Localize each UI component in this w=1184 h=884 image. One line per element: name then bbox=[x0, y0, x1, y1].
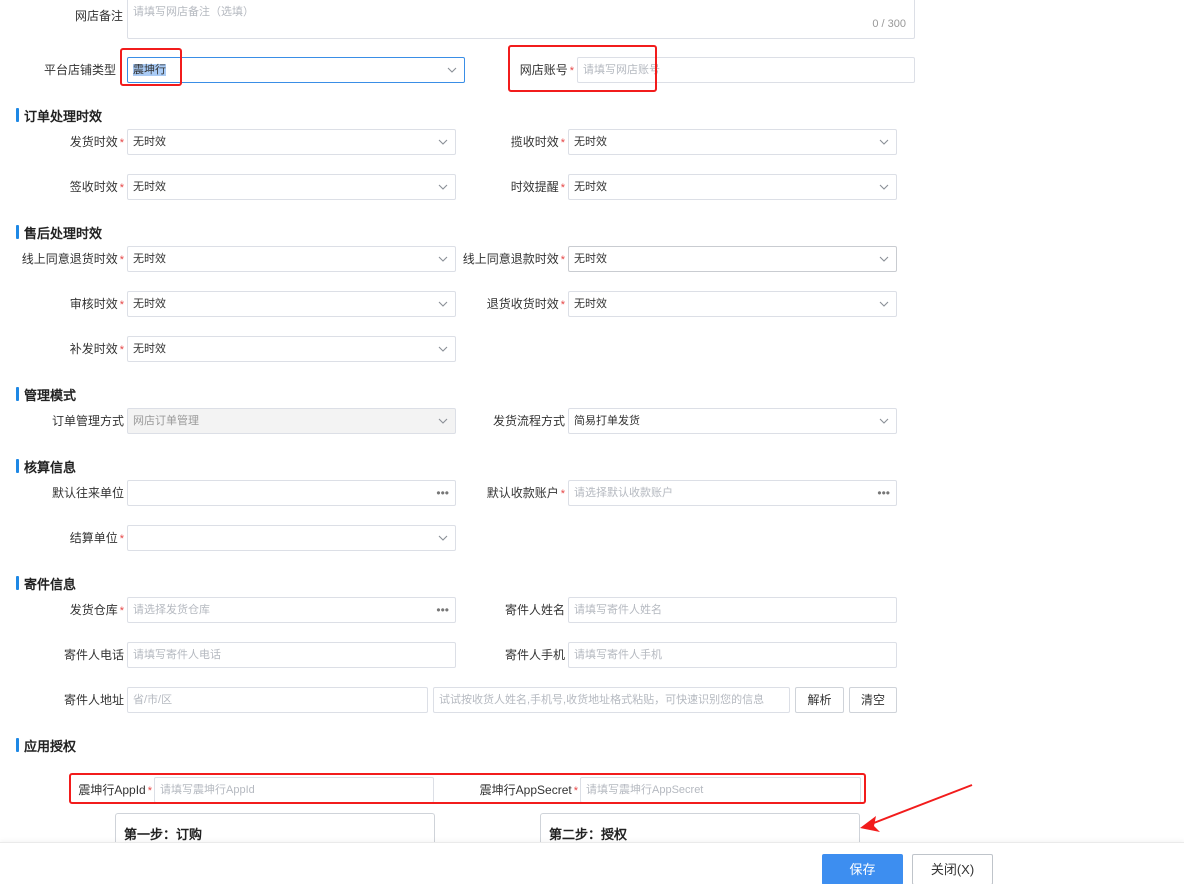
pickup-timing-select[interactable]: 无时效 bbox=[568, 129, 897, 155]
sender-mobile-label: 寄件人手机 bbox=[504, 648, 565, 662]
return-goods-timing-label: 线上同意退货时效 * bbox=[21, 252, 124, 266]
section-sender: 寄件信息 bbox=[16, 575, 76, 592]
save-button[interactable]: 保存 bbox=[822, 854, 903, 884]
appsecret-label: 震坤行AppSecret * bbox=[479, 783, 578, 797]
return-receive-timing-label: 退货收货时效 * bbox=[486, 297, 565, 311]
region-input[interactable]: 省/市/区 bbox=[127, 687, 428, 713]
appid-label: 震坤行AppId * bbox=[78, 783, 152, 797]
chevron-down-icon bbox=[878, 181, 890, 193]
chevron-down-icon bbox=[878, 415, 890, 427]
warehouse-label: 发货仓库 * bbox=[69, 603, 124, 617]
annotation-arrow-icon bbox=[860, 784, 973, 832]
sender-name-input[interactable]: 请填写寄件人姓名 bbox=[568, 597, 897, 623]
warehouse-picker[interactable]: 请选择发货仓库 ••• bbox=[127, 597, 456, 623]
sender-address-label: 寄件人地址 bbox=[63, 693, 124, 707]
chevron-down-icon bbox=[437, 253, 449, 265]
ship-timing-label: 发货时效 * bbox=[69, 135, 124, 149]
settle-unit-label: 结算单位 * bbox=[69, 531, 124, 545]
address-paste-input[interactable]: 试试按收货人姓名,手机号,收货地址格式粘贴，可快速识别您的信息 bbox=[433, 687, 790, 713]
sign-timing-select[interactable]: 无时效 bbox=[127, 174, 456, 200]
more-dots-icon[interactable]: ••• bbox=[436, 600, 449, 620]
sign-timing-label: 签收时效 * bbox=[69, 180, 124, 194]
account-label: 网店账号 * bbox=[519, 63, 574, 77]
audit-timing-select[interactable]: 无时效 bbox=[127, 291, 456, 317]
remark-placeholder: 请填写网店备注（选填） bbox=[133, 6, 254, 18]
default-partner-picker[interactable]: ••• bbox=[127, 480, 456, 506]
sender-mobile-input[interactable]: 请填写寄件人手机 bbox=[568, 642, 897, 668]
reissue-timing-select[interactable]: 无时效 bbox=[127, 336, 456, 362]
pickup-timing-label: 揽收时效 * bbox=[510, 135, 565, 149]
section-order-timing: 订单处理时效 bbox=[16, 107, 102, 124]
shop-type-select[interactable]: 震坤行 bbox=[127, 57, 465, 83]
shop-type-value: 震坤行 bbox=[133, 64, 166, 76]
order-manage-select: 网店订单管理 bbox=[127, 408, 456, 434]
sender-phone-input[interactable]: 请填写寄件人电话 bbox=[127, 642, 456, 668]
step2-title: 第二步：授权 bbox=[549, 827, 628, 842]
sender-name-label: 寄件人姓名 bbox=[504, 603, 565, 617]
audit-timing-label: 审核时效 * bbox=[69, 297, 124, 311]
return-goods-timing-select[interactable]: 无时效 bbox=[127, 246, 456, 272]
chevron-down-icon bbox=[437, 532, 449, 544]
ship-timing-select[interactable]: 无时效 bbox=[127, 129, 456, 155]
chevron-down-icon bbox=[878, 136, 890, 148]
default-account-label: 默认收款账户 * bbox=[486, 486, 565, 500]
shop-type-label: 平台店铺类型 bbox=[43, 63, 116, 77]
section-manage-mode: 管理模式 bbox=[16, 386, 76, 403]
step1-title: 第一步：订购 bbox=[124, 827, 203, 842]
chevron-down-icon bbox=[437, 181, 449, 193]
clear-button[interactable]: 清空 bbox=[849, 687, 897, 713]
footer-bar: 保存 关闭(X) bbox=[0, 842, 1184, 884]
chevron-down-icon bbox=[437, 343, 449, 355]
order-manage-label: 订单管理方式 bbox=[51, 414, 124, 428]
more-dots-icon[interactable]: ••• bbox=[436, 483, 449, 503]
settle-unit-select[interactable] bbox=[127, 525, 456, 551]
default-account-picker[interactable]: 请选择默认收款账户 ••• bbox=[568, 480, 897, 506]
account-input[interactable]: 请填写网店账号 bbox=[577, 57, 915, 83]
chevron-down-icon bbox=[437, 298, 449, 310]
ship-flow-select[interactable]: 简易打单发货 bbox=[568, 408, 897, 434]
chevron-down-icon bbox=[446, 64, 458, 76]
remark-counter: 0 / 300 bbox=[872, 18, 906, 30]
chevron-down-icon bbox=[878, 298, 890, 310]
reissue-timing-label: 补发时效 * bbox=[69, 342, 124, 356]
default-partner-label: 默认往来单位 bbox=[51, 486, 124, 500]
section-accounting: 核算信息 bbox=[16, 458, 76, 475]
section-aftersale-timing: 售后处理时效 bbox=[16, 224, 102, 241]
refund-timing-select[interactable]: 无时效 bbox=[568, 246, 897, 272]
more-dots-icon[interactable]: ••• bbox=[877, 483, 890, 503]
remark-textarea[interactable]: 请填写网店备注（选填） 0 / 300 bbox=[127, 0, 915, 39]
section-app-auth: 应用授权 bbox=[16, 737, 76, 754]
refund-timing-label: 线上同意退款时效 * bbox=[462, 252, 565, 266]
remark-label: 网店备注 bbox=[74, 9, 123, 23]
timing-remind-select[interactable]: 无时效 bbox=[568, 174, 897, 200]
chevron-down-icon bbox=[437, 136, 449, 148]
return-receive-timing-select[interactable]: 无时效 bbox=[568, 291, 897, 317]
chevron-down-icon bbox=[878, 253, 890, 265]
timing-remind-label: 时效提醒 * bbox=[510, 180, 565, 194]
parse-button[interactable]: 解析 bbox=[795, 687, 844, 713]
chevron-down-icon bbox=[437, 415, 449, 427]
ship-flow-label: 发货流程方式 bbox=[492, 414, 565, 428]
close-button[interactable]: 关闭(X) bbox=[912, 854, 993, 884]
sender-phone-label: 寄件人电话 bbox=[63, 648, 124, 662]
appid-input[interactable]: 请填写震坤行AppId bbox=[154, 777, 434, 803]
appsecret-input[interactable]: 请填写震坤行AppSecret bbox=[580, 777, 861, 803]
